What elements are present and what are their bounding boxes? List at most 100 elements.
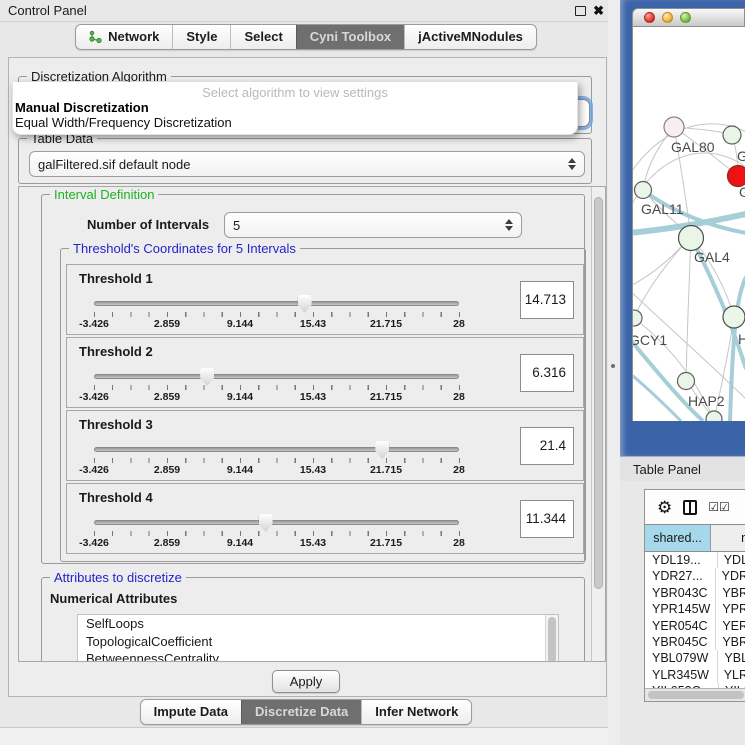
node-label-hap2: HAP2 xyxy=(688,393,725,409)
tab-label: Discretize Data xyxy=(255,704,348,719)
cell: YER054C xyxy=(645,618,716,634)
close-icon[interactable]: ✖ xyxy=(593,4,604,17)
node-table: ⚙ ☑☑ shared... na YDL19...YDL1 YDR27...Y… xyxy=(644,489,745,702)
dropdown-option-equal-width-frequency[interactable]: Equal Width/Frequency Discretization xyxy=(15,115,232,130)
table-panel-titlebar: Table Panel xyxy=(620,456,745,481)
node-partial-top[interactable] xyxy=(723,126,741,144)
threshold-label: Threshold 3 xyxy=(79,417,153,432)
threshold-panel-3: Threshold 3 -3.426 2.859 9.144 15.43 21.… xyxy=(66,410,584,481)
panel-title: Control Panel xyxy=(8,3,87,18)
node-partial-bottom[interactable] xyxy=(706,411,722,421)
tick-label: 2.859 xyxy=(154,318,180,330)
zoom-traffic-light-icon[interactable] xyxy=(680,12,691,23)
tick-label: 21.715 xyxy=(370,464,402,476)
table-row[interactable]: YDL19...YDL1 xyxy=(645,552,745,568)
slider-thumb[interactable] xyxy=(298,295,312,313)
slider-thumb[interactable] xyxy=(200,368,214,386)
network-window-titlebar[interactable] xyxy=(632,8,745,27)
tick-label: 9.144 xyxy=(227,391,253,403)
apply-button[interactable]: Apply xyxy=(272,670,340,693)
threshold-value-field[interactable]: 21.4 xyxy=(520,427,574,465)
slider-thumb[interactable] xyxy=(375,441,389,459)
gear-icon[interactable]: ⚙ xyxy=(657,499,672,516)
threshold-slider-3[interactable]: -3.426 2.859 9.144 15.43 21.715 28 xyxy=(94,440,459,476)
tick-label: 15.43 xyxy=(300,464,326,476)
tab-discretize-data[interactable]: Discretize Data xyxy=(241,700,361,724)
table-row[interactable]: YLR345WYLR3 xyxy=(645,667,745,683)
slider-track[interactable] xyxy=(94,374,459,379)
cell: YDL19... xyxy=(645,552,718,568)
threshold-slider-1[interactable]: -3.426 2.859 9.144 15.43 21.715 28 xyxy=(94,294,459,330)
slider-thumb[interactable] xyxy=(259,514,273,532)
tick-label: 28 xyxy=(453,537,465,549)
list-item[interactable]: TopologicalCoefficient xyxy=(78,633,558,651)
scrollbar-thumb[interactable] xyxy=(548,617,556,662)
minimize-traffic-light-icon[interactable] xyxy=(662,12,673,23)
number-of-intervals-combobox[interactable]: 5 xyxy=(224,212,522,238)
threshold-value-field[interactable]: 14.713 xyxy=(520,281,574,319)
tab-network[interactable]: Network xyxy=(76,25,172,49)
tick-label: -3.426 xyxy=(79,537,109,549)
cell: YBR0 xyxy=(716,634,745,650)
table-row[interactable]: YBR043CYBR0 xyxy=(645,585,745,601)
threshold-slider-2[interactable]: -3.426 2.859 9.144 15.43 21.715 28 xyxy=(94,367,459,403)
horizontal-scrollbar[interactable] xyxy=(645,688,745,701)
control-panel-titlebar: Control Panel ✖ xyxy=(0,0,612,22)
cell: YBL0 xyxy=(718,650,745,666)
split-pane-divider[interactable] xyxy=(608,0,620,745)
cell: YDR2 xyxy=(716,568,745,584)
tab-cyni-toolbox[interactable]: Cyni Toolbox xyxy=(296,25,404,49)
tab-jactivemnodules[interactable]: jActiveMNodules xyxy=(404,25,536,49)
dropdown-option-manual-discretization[interactable]: Manual Discretization xyxy=(15,100,149,115)
column-layout-icon[interactable] xyxy=(683,500,697,515)
divider-grab-handle[interactable] xyxy=(611,364,615,368)
slider-track[interactable] xyxy=(94,520,459,525)
tab-style[interactable]: Style xyxy=(172,25,230,49)
tab-label: Style xyxy=(186,29,217,44)
tab-select[interactable]: Select xyxy=(230,25,295,49)
tick-label: 15.43 xyxy=(300,318,326,330)
node-gal80[interactable] xyxy=(664,117,684,137)
threshold-slider-4[interactable]: -3.426 2.859 9.144 15.43 21.715 28 xyxy=(94,513,459,549)
tab-infer-network[interactable]: Infer Network xyxy=(361,700,471,724)
table-row[interactable]: YBR045CYBR0 xyxy=(645,634,745,650)
numerical-attributes-list[interactable]: SelfLoops TopologicalCoefficient Between… xyxy=(77,614,559,662)
cell: YDL1 xyxy=(718,552,745,568)
cell: YBR043C xyxy=(645,585,716,601)
network-view-canvas[interactable]: GAL80 GA G GAL11 GAL4 GCY1 H HAP2 xyxy=(632,27,745,421)
node-gal11[interactable] xyxy=(635,182,652,199)
table-header-row: shared... na xyxy=(645,524,745,552)
table-panel-title: Table Panel xyxy=(633,462,701,477)
table-data-combobox[interactable]: galFiltered.sif default node xyxy=(29,151,585,177)
table-row[interactable]: YER054CYER0 xyxy=(645,618,745,634)
node-label-partial-low: H xyxy=(738,331,745,347)
float-window-icon[interactable] xyxy=(575,6,586,16)
tick-label: 21.715 xyxy=(370,318,402,330)
list-item[interactable]: SelfLoops xyxy=(78,615,558,633)
slider-tick-labels: -3.426 2.859 9.144 15.43 21.715 28 xyxy=(94,464,459,476)
list-item[interactable]: BetweennessCentrality xyxy=(78,650,558,662)
vertical-scrollbar[interactable] xyxy=(591,187,605,661)
threshold-value-field[interactable]: 6.316 xyxy=(520,354,574,392)
slider-track[interactable] xyxy=(94,301,459,306)
list-scrollbar[interactable] xyxy=(545,615,558,662)
checkbox-icons[interactable]: ☑☑ xyxy=(708,500,730,514)
tab-impute-data[interactable]: Impute Data xyxy=(141,700,241,724)
column-header-shared[interactable]: shared... xyxy=(645,525,711,551)
close-traffic-light-icon[interactable] xyxy=(644,12,655,23)
table-row[interactable]: YPR145WYPR1 xyxy=(645,601,745,617)
scrollbar-thumb[interactable] xyxy=(648,691,744,699)
threshold-value-field[interactable]: 11.344 xyxy=(520,500,574,538)
node-gal4[interactable] xyxy=(679,226,704,251)
table-row[interactable]: YDR27...YDR2 xyxy=(645,568,745,584)
thresholds-group: Threshold's Coordinates for 5 Intervals … xyxy=(60,248,586,562)
cell: YBR0 xyxy=(716,585,745,601)
table-row[interactable]: YBL079WYBL0 xyxy=(645,650,745,666)
column-header-name[interactable]: na xyxy=(711,525,745,551)
slider-track[interactable] xyxy=(94,447,459,452)
node-label-partial-mid: G xyxy=(739,184,745,200)
tick-label: 15.43 xyxy=(300,537,326,549)
node-partial-right[interactable] xyxy=(723,306,745,328)
node-hap2[interactable] xyxy=(678,373,695,390)
scrollbar-thumb[interactable] xyxy=(594,197,603,589)
